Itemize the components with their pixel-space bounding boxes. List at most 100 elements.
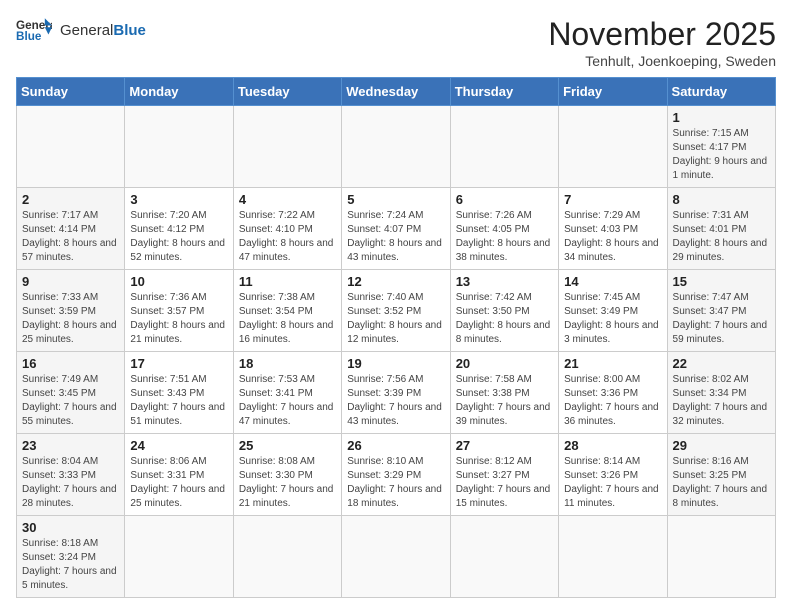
calendar-cell [342, 106, 450, 188]
day-number: 27 [456, 438, 553, 453]
day-number: 22 [673, 356, 770, 371]
day-info: Sunrise: 8:18 AM Sunset: 3:24 PM Dayligh… [22, 537, 119, 593]
calendar-cell: 26 Sunrise: 8:10 AM Sunset: 3:29 PM Dayli… [342, 434, 450, 516]
calendar-cell: 8 Sunrise: 7:31 AM Sunset: 4:01 PM Daylig… [667, 188, 775, 270]
calendar-cell [233, 106, 341, 188]
calendar-cell [125, 516, 233, 598]
day-number: 9 [22, 274, 119, 289]
calendar-cell: 3Sunrise: 7:20 AM Sunset: 4:12 PM Daylig… [125, 188, 233, 270]
day-number: 20 [456, 356, 553, 371]
day-info: Sunrise: 7:56 AM Sunset: 3:39 PM Dayligh… [347, 373, 444, 429]
calendar-cell: 20Sunrise: 7:58 AM Sunset: 3:38 PM Dayli… [450, 352, 558, 434]
day-info: Sunrise: 7:45 AM Sunset: 3:49 PM Dayligh… [564, 291, 661, 347]
day-number: 28 [564, 438, 661, 453]
day-number: 18 [239, 356, 336, 371]
day-number: 24 [130, 438, 227, 453]
calendar-week-row: 23 Sunrise: 8:04 AM Sunset: 3:33 PM Dayli… [17, 434, 776, 516]
calendar-cell: 21Sunrise: 8:00 AM Sunset: 3:36 PM Dayli… [559, 352, 667, 434]
day-number: 30 [22, 520, 119, 535]
calendar-cell: 19 Sunrise: 7:56 AM Sunset: 3:39 PM Dayli… [342, 352, 450, 434]
day-info: Sunrise: 8:02 AM Sunset: 3:34 PM Dayligh… [673, 373, 770, 429]
day-info: Sunrise: 7:42 AM Sunset: 3:50 PM Dayligh… [456, 291, 553, 347]
day-info: Sunrise: 7:31 AM Sunset: 4:01 PM Dayligh… [673, 209, 770, 265]
day-info: Sunrise: 8:12 AM Sunset: 3:27 PM Dayligh… [456, 455, 553, 511]
calendar-cell: 11Sunrise: 7:38 AM Sunset: 3:54 PM Dayli… [233, 270, 341, 352]
day-number: 5 [347, 192, 444, 207]
day-number: 13 [456, 274, 553, 289]
logo-general: General [60, 22, 113, 39]
location: Tenhult, Joenkoeping, Sweden [548, 53, 776, 69]
day-number: 12 [347, 274, 444, 289]
calendar-cell [450, 106, 558, 188]
day-number: 2 [22, 192, 119, 207]
logo: General Blue General Blue [16, 16, 146, 44]
header-saturday: Saturday [667, 78, 775, 106]
calendar-cell: 30 Sunrise: 8:18 AM Sunset: 3:24 PM Dayli… [17, 516, 125, 598]
day-info: Sunrise: 7:47 AM Sunset: 3:47 PM Dayligh… [673, 291, 770, 347]
calendar-cell [450, 516, 558, 598]
day-info: Sunrise: 7:26 AM Sunset: 4:05 PM Dayligh… [456, 209, 553, 265]
day-number: 8 [673, 192, 770, 207]
calendar-cell: 16 Sunrise: 7:49 AM Sunset: 3:45 PM Dayli… [17, 352, 125, 434]
day-info: Sunrise: 8:14 AM Sunset: 3:26 PM Dayligh… [564, 455, 661, 511]
calendar-cell: 15Sunrise: 7:47 AM Sunset: 3:47 PM Dayli… [667, 270, 775, 352]
day-info: Sunrise: 8:00 AM Sunset: 3:36 PM Dayligh… [564, 373, 661, 429]
calendar-cell [559, 516, 667, 598]
calendar-table: SundayMondayTuesdayWednesdayThursdayFrid… [16, 77, 776, 598]
calendar-cell: 13 Sunrise: 7:42 AM Sunset: 3:50 PM Dayli… [450, 270, 558, 352]
logo-icon: General Blue [16, 16, 52, 44]
day-number: 16 [22, 356, 119, 371]
day-info: Sunrise: 7:53 AM Sunset: 3:41 PM Dayligh… [239, 373, 336, 429]
day-info: Sunrise: 7:17 AM Sunset: 4:14 PM Dayligh… [22, 209, 119, 265]
day-number: 6 [456, 192, 553, 207]
day-info: Sunrise: 7:51 AM Sunset: 3:43 PM Dayligh… [130, 373, 227, 429]
header-thursday: Thursday [450, 78, 558, 106]
calendar-cell [233, 516, 341, 598]
day-info: Sunrise: 7:20 AM Sunset: 4:12 PM Dayligh… [130, 209, 227, 265]
svg-text:Blue: Blue [16, 30, 42, 43]
day-number: 23 [22, 438, 119, 453]
calendar-cell [667, 516, 775, 598]
calendar-cell: 1 Sunrise: 7:15 AM Sunset: 4:17 PM Daylig… [667, 106, 775, 188]
calendar-cell: 18 Sunrise: 7:53 AM Sunset: 3:41 PM Dayli… [233, 352, 341, 434]
calendar-week-row: 1 Sunrise: 7:15 AM Sunset: 4:17 PM Daylig… [17, 106, 776, 188]
header-wednesday: Wednesday [342, 78, 450, 106]
calendar-cell: 12Sunrise: 7:40 AM Sunset: 3:52 PM Dayli… [342, 270, 450, 352]
day-info: Sunrise: 8:04 AM Sunset: 3:33 PM Dayligh… [22, 455, 119, 511]
day-info: Sunrise: 7:22 AM Sunset: 4:10 PM Dayligh… [239, 209, 336, 265]
calendar-cell [17, 106, 125, 188]
day-number: 26 [347, 438, 444, 453]
calendar-cell: 6 Sunrise: 7:26 AM Sunset: 4:05 PM Daylig… [450, 188, 558, 270]
header-friday: Friday [559, 78, 667, 106]
calendar-week-row: 2 Sunrise: 7:17 AM Sunset: 4:14 PM Daylig… [17, 188, 776, 270]
day-number: 10 [130, 274, 227, 289]
calendar-header-row: SundayMondayTuesdayWednesdayThursdayFrid… [17, 78, 776, 106]
calendar-cell: 9 Sunrise: 7:33 AM Sunset: 3:59 PM Daylig… [17, 270, 125, 352]
calendar-cell: 14 Sunrise: 7:45 AM Sunset: 3:49 PM Dayli… [559, 270, 667, 352]
day-number: 14 [564, 274, 661, 289]
day-number: 7 [564, 192, 661, 207]
day-info: Sunrise: 8:10 AM Sunset: 3:29 PM Dayligh… [347, 455, 444, 511]
header-sunday: Sunday [17, 78, 125, 106]
day-info: Sunrise: 7:49 AM Sunset: 3:45 PM Dayligh… [22, 373, 119, 429]
calendar-cell: 7Sunrise: 7:29 AM Sunset: 4:03 PM Daylig… [559, 188, 667, 270]
day-number: 19 [347, 356, 444, 371]
calendar-cell [125, 106, 233, 188]
month-title: November 2025 [548, 16, 776, 53]
calendar-cell: 27 Sunrise: 8:12 AM Sunset: 3:27 PM Dayli… [450, 434, 558, 516]
calendar-cell: 10Sunrise: 7:36 AM Sunset: 3:57 PM Dayli… [125, 270, 233, 352]
calendar-cell: 29 Sunrise: 8:16 AM Sunset: 3:25 PM Dayli… [667, 434, 775, 516]
day-info: Sunrise: 8:16 AM Sunset: 3:25 PM Dayligh… [673, 455, 770, 511]
day-number: 29 [673, 438, 770, 453]
calendar-cell [559, 106, 667, 188]
day-info: Sunrise: 7:15 AM Sunset: 4:17 PM Dayligh… [673, 127, 770, 183]
calendar-cell: 22 Sunrise: 8:02 AM Sunset: 3:34 PM Dayli… [667, 352, 775, 434]
calendar-cell: 4 Sunrise: 7:22 AM Sunset: 4:10 PM Daylig… [233, 188, 341, 270]
calendar-week-row: 30 Sunrise: 8:18 AM Sunset: 3:24 PM Dayli… [17, 516, 776, 598]
day-number: 1 [673, 110, 770, 125]
page-header: General Blue General Blue November 2025 T… [16, 16, 776, 69]
calendar-cell: 25Sunrise: 8:08 AM Sunset: 3:30 PM Dayli… [233, 434, 341, 516]
day-info: Sunrise: 7:33 AM Sunset: 3:59 PM Dayligh… [22, 291, 119, 347]
calendar-cell: 24Sunrise: 8:06 AM Sunset: 3:31 PM Dayli… [125, 434, 233, 516]
day-number: 4 [239, 192, 336, 207]
